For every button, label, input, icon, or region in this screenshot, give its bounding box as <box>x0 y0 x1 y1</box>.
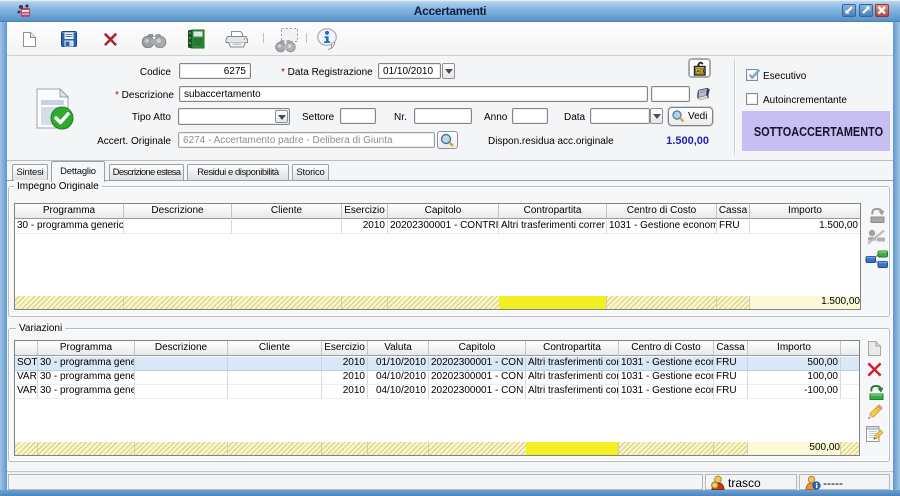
svg-text:ACL: ACL <box>696 68 705 73</box>
